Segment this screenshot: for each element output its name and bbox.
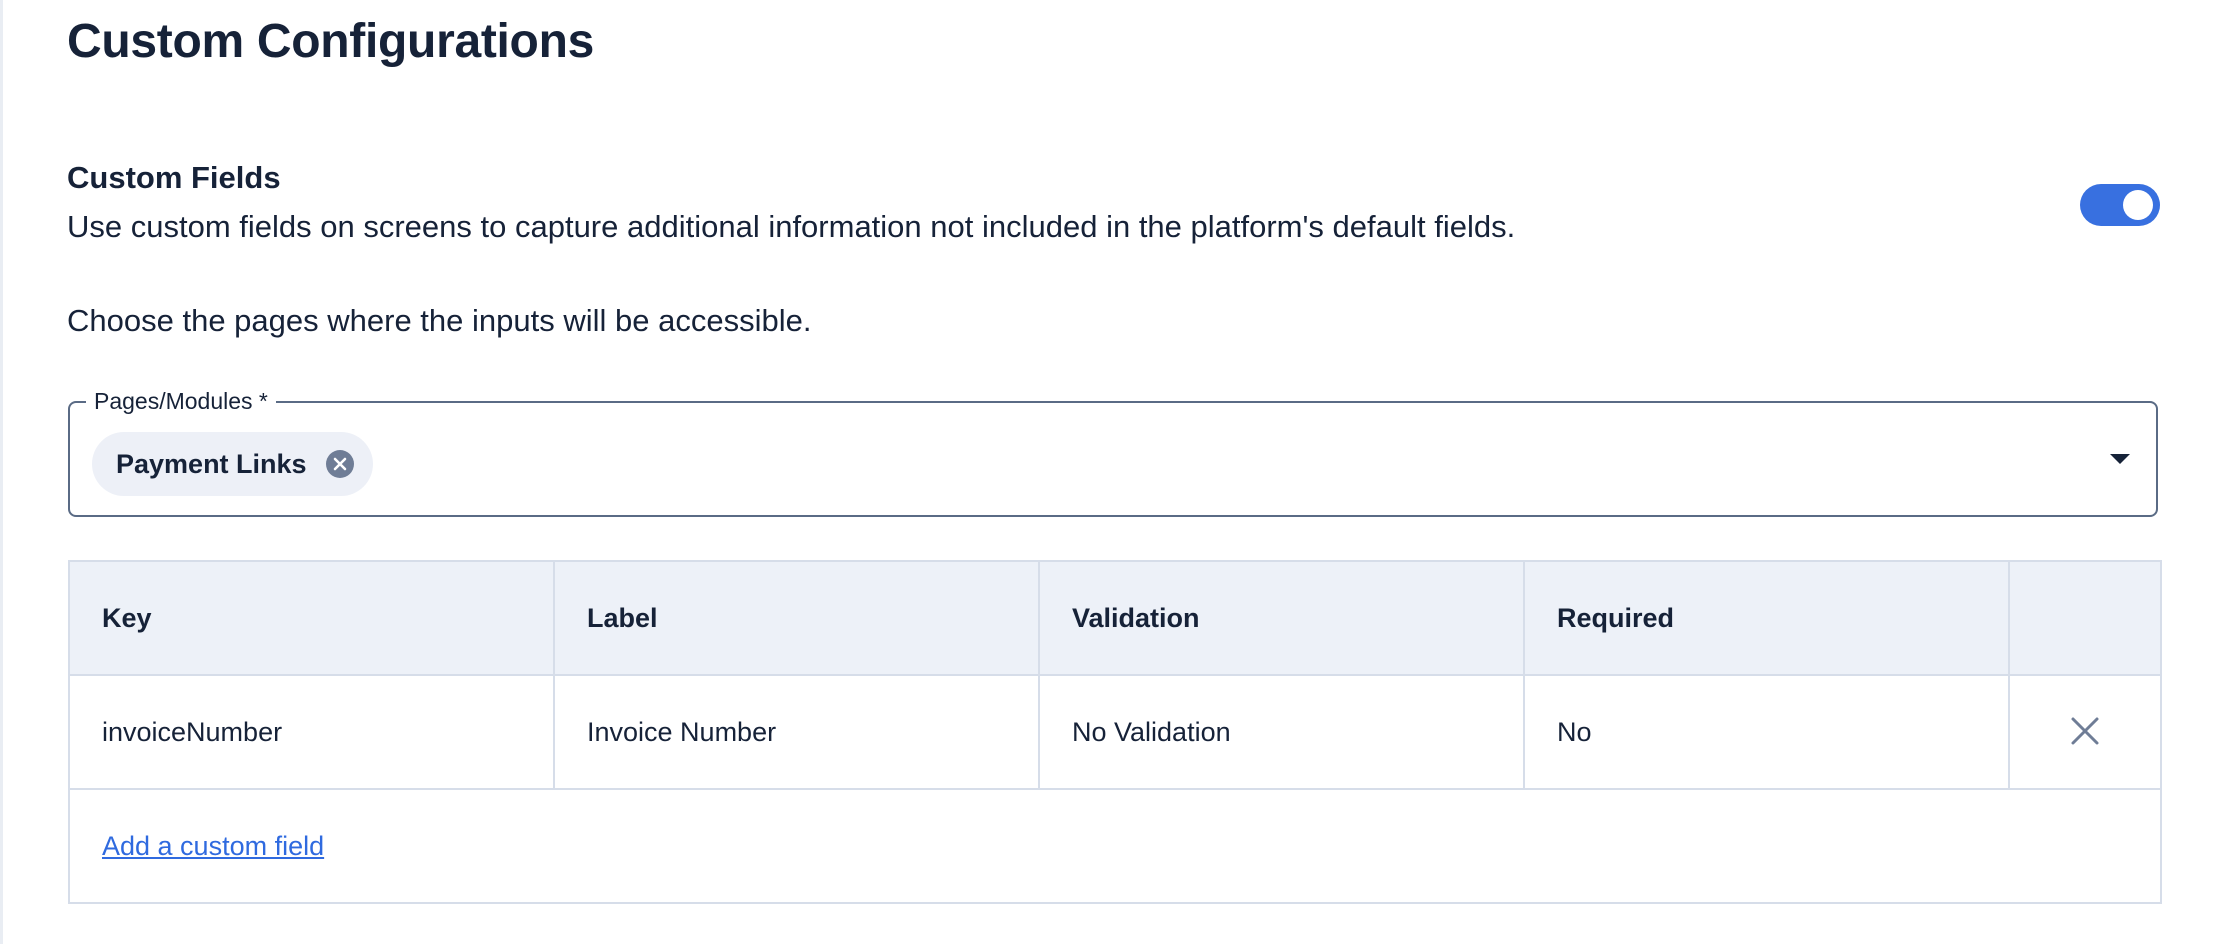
table-header-row: Key Label Validation Required [68,560,2162,676]
custom-fields-description: Use custom fields on screens to capture … [67,209,1516,244]
close-icon[interactable] [2065,711,2105,751]
custom-fields-title: Custom Fields [67,160,281,195]
add-custom-field-link[interactable]: Add a custom field [102,831,324,861]
pages-modules-select[interactable]: Pages/Modules * Payment Links [68,386,2158,517]
pages-modules-label: Pages/Modules * [86,386,276,416]
choose-pages-text: Choose the pages where the inputs will b… [67,303,812,338]
add-field-row: Add a custom field [68,788,2162,904]
page-title: Custom Configurations [67,15,594,68]
custom-fields-table: Key Label Validation Required invoiceNum… [68,560,2162,904]
cell-key: invoiceNumber [68,674,555,790]
chip-label: Payment Links [116,448,307,479]
column-header-validation: Validation [1038,560,1525,676]
column-header-key: Key [68,560,555,676]
cell-actions [2008,674,2162,790]
cell-validation: No Validation [1038,674,1525,790]
close-circle-icon[interactable] [325,449,355,479]
add-field-cell: Add a custom field [68,788,2162,904]
custom-fields-toggle[interactable] [2080,184,2160,226]
page-left-border [0,0,3,944]
cell-required: No [1523,674,2010,790]
column-header-label: Label [553,560,1040,676]
cell-label: Invoice Number [553,674,1040,790]
column-header-actions [2008,560,2162,676]
caret-down-icon[interactable] [2108,451,2132,467]
toggle-knob [2123,190,2153,220]
selected-chip-payment-links: Payment Links [92,432,373,496]
column-header-required: Required [1523,560,2010,676]
table-row: invoiceNumber Invoice Number No Validati… [68,674,2162,790]
